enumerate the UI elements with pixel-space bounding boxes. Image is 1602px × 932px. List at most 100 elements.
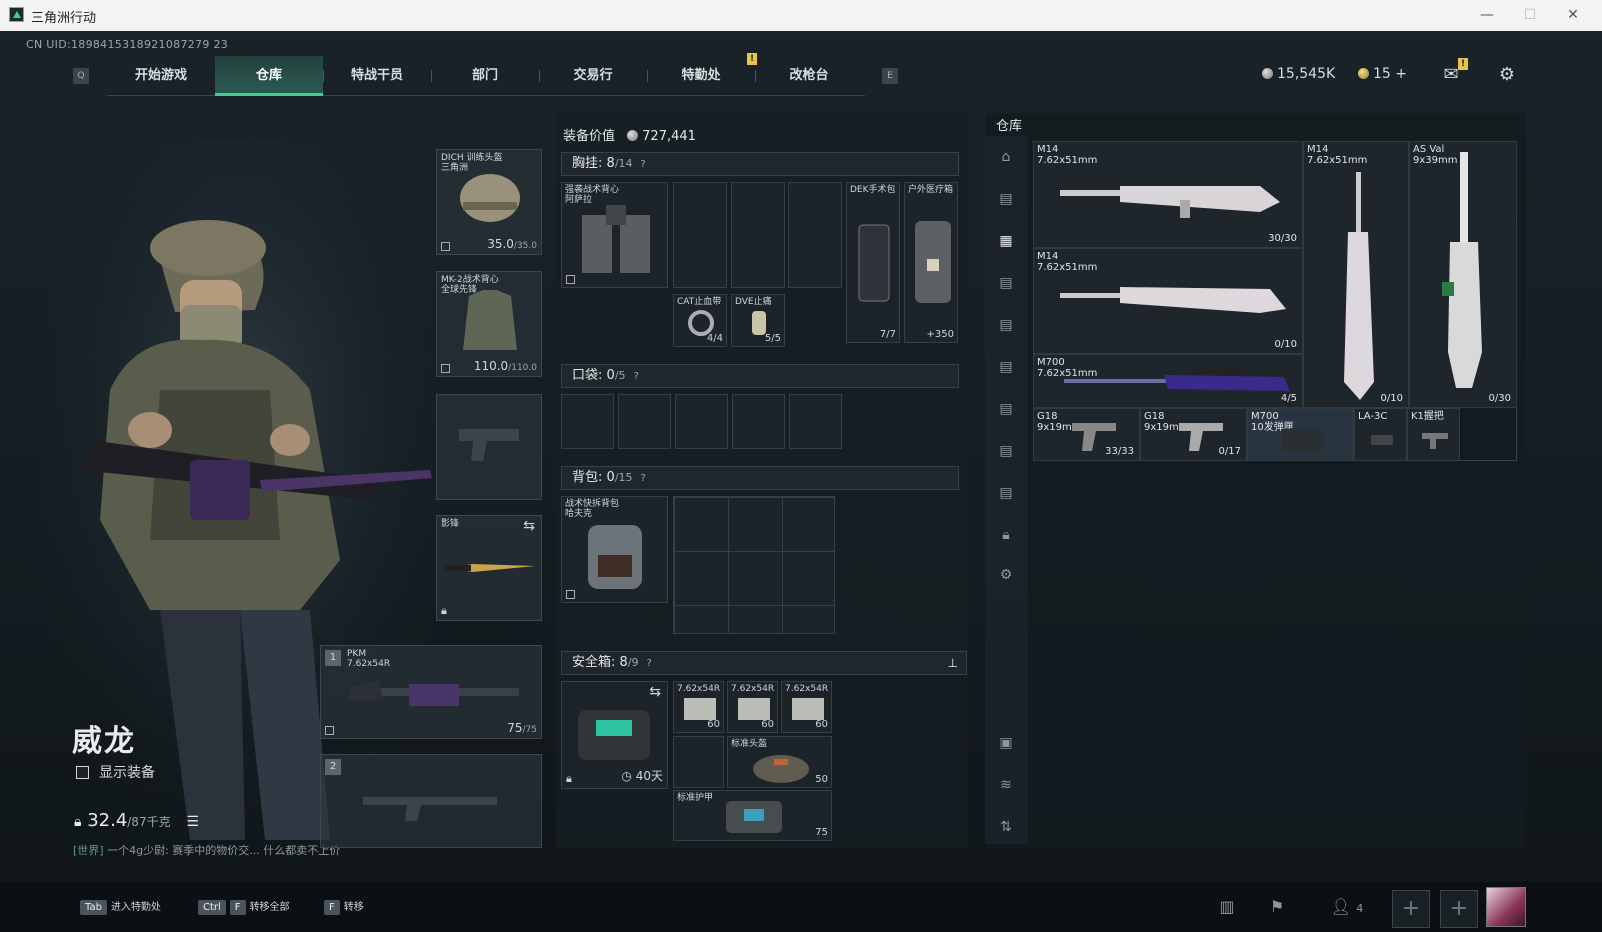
- pocket-slot[interactable]: [732, 394, 785, 449]
- game-window: 三角洲行动 — ☐ ✕ CN UID:1898415318921087279 2…: [0, 0, 1602, 932]
- chest-slot-empty[interactable]: [673, 182, 727, 288]
- pocket-count: 0: [606, 368, 615, 383]
- category-weapons-icon[interactable]: ▦: [996, 232, 1016, 250]
- tourniquet-item[interactable]: CAT止血带 4/4: [673, 294, 727, 347]
- storage-item-la3c[interactable]: LA-3C: [1354, 408, 1407, 461]
- armor-slot[interactable]: MK-2战术背心 全球先锋 110.0/110.0: [436, 271, 542, 377]
- safe-box-item[interactable]: ⇆ 🔒︎ ◷ 40天: [561, 681, 668, 789]
- chest-rig-item[interactable]: 强袭战术背心 阿萨拉: [561, 182, 668, 288]
- settings-gear-icon[interactable]: ⚙: [1496, 64, 1518, 86]
- surgery-kit-item[interactable]: DEK手术包 7/7: [846, 182, 900, 343]
- storage-weapon-m14[interactable]: M14 7.62x51mm 30/30: [1033, 141, 1303, 248]
- player-avatar[interactable]: [1486, 887, 1526, 927]
- storage-expand-icon[interactable]: ▣: [996, 734, 1016, 752]
- category-tab-1-icon[interactable]: ▤: [996, 190, 1016, 208]
- maximize-button[interactable]: ☐: [1515, 4, 1545, 26]
- stats-chart-icon[interactable]: ▥: [1212, 892, 1242, 922]
- armor-item[interactable]: 标准护甲 75: [673, 790, 832, 841]
- mail-alert-icon: !: [1458, 58, 1468, 70]
- backpack-icon: [588, 525, 642, 589]
- world-chat[interactable]: [世界] 一个4g少尉: 赛季中的物价交... 什么都卖不上价: [73, 842, 340, 858]
- category-tab-6-icon[interactable]: ▤: [996, 400, 1016, 418]
- helmet-slot[interactable]: DICH 训练头盔 三角洲 35.0/35.0: [436, 149, 542, 255]
- item-count: 50: [815, 774, 828, 785]
- pocket-slot[interactable]: [675, 394, 728, 449]
- pocket-slot[interactable]: [561, 394, 614, 449]
- category-tab-4-icon[interactable]: ▤: [996, 316, 1016, 334]
- weapon-name: M700: [1037, 357, 1065, 368]
- ammo-item[interactable]: 7.62x54R 60: [727, 681, 778, 733]
- backpack-count: 0: [606, 470, 615, 485]
- swap-icon[interactable]: ⇆: [523, 518, 535, 534]
- show-equipment-toggle[interactable]: 显示装备: [76, 762, 155, 782]
- tab-operators[interactable]: 特战干员: [323, 56, 431, 96]
- show-equipment-checkbox[interactable]: [76, 766, 89, 779]
- item-name: LA-3C: [1358, 411, 1388, 422]
- storage-weapon-as-val[interactable]: AS Val 9x39mm 0/30: [1409, 141, 1517, 408]
- weapon-ammo: 0/30: [1488, 393, 1511, 404]
- storage-weapon-m700[interactable]: M700 7.62x51mm 4/5: [1033, 354, 1303, 408]
- safe-slot-empty[interactable]: [673, 736, 724, 788]
- storage-weapon-g18[interactable]: G18 9x19mm 0/17: [1140, 408, 1247, 461]
- primary-weapon-slot[interactable]: 1 PKM 7.62x54R 75/75: [320, 645, 542, 739]
- storage-weapon-g18[interactable]: G18 9x19mm 33/33: [1033, 408, 1140, 461]
- category-tab-5-icon[interactable]: ▤: [996, 358, 1016, 376]
- hint-transfer[interactable]: F 转移: [324, 898, 364, 915]
- category-locked-icon[interactable]: 🔒︎: [996, 526, 1016, 544]
- category-tab-8-icon[interactable]: ▤: [996, 484, 1016, 502]
- pocket-slot[interactable]: [618, 394, 671, 449]
- melee-slot[interactable]: 影锋 ⇆ 🔒︎: [436, 515, 542, 621]
- chest-max: /14: [614, 157, 633, 170]
- tab-special-ops[interactable]: 特勤处: [647, 56, 755, 96]
- category-tab-7-icon[interactable]: ▤: [996, 442, 1016, 460]
- painkiller-item[interactable]: DVE止痛 5/5: [731, 294, 785, 347]
- add-teammate-button[interactable]: +: [1440, 890, 1478, 928]
- list-icon[interactable]: ☰: [186, 814, 199, 830]
- minimize-button[interactable]: —: [1472, 4, 1502, 26]
- tab-gunsmith[interactable]: 改枪台: [755, 56, 863, 96]
- pocket-slot[interactable]: [789, 394, 842, 449]
- category-all-icon[interactable]: ⌂: [996, 148, 1016, 166]
- storage-magazine-m700[interactable]: M700 10发弹匣: [1247, 408, 1354, 461]
- flag-icon[interactable]: ⚑: [1262, 892, 1292, 922]
- secondary-weapon-slot[interactable]: 2: [320, 754, 542, 848]
- help-icon[interactable]: ?: [634, 371, 639, 382]
- safe-duration: ◷ 40天: [621, 767, 663, 784]
- add-teammate-button[interactable]: +: [1392, 890, 1430, 928]
- tab-department[interactable]: 部门: [431, 56, 539, 96]
- category-tab-3-icon[interactable]: ▤: [996, 274, 1016, 292]
- layers-icon[interactable]: ≋: [996, 776, 1016, 794]
- hint-enter-special-ops[interactable]: Tab 进入特勤处: [80, 898, 161, 915]
- tab-start-game[interactable]: 开始游戏: [107, 56, 215, 96]
- ammo-item[interactable]: 7.62x54R 60: [673, 681, 724, 733]
- help-icon[interactable]: ?: [647, 658, 652, 669]
- safe-box-icon: [578, 710, 650, 760]
- tab-storage[interactable]: 仓库: [215, 56, 323, 96]
- backpack-grid[interactable]: [673, 496, 835, 634]
- gold-currency[interactable]: 15 +: [1358, 66, 1407, 82]
- ammo-item[interactable]: 7.62x54R 60: [781, 681, 832, 733]
- backpack-item[interactable]: 战术快拆背包 哈夫克: [561, 496, 668, 603]
- storage-weapon-m14[interactable]: M14 7.62x51mm 0/10: [1033, 248, 1303, 354]
- weapon-name: M14: [1037, 251, 1059, 262]
- pistol-slot[interactable]: [436, 394, 542, 500]
- storage-item-k1-grip[interactable]: K1握把: [1407, 408, 1460, 461]
- swap-icon[interactable]: ⇆: [649, 684, 661, 700]
- tab-market[interactable]: 交易行: [539, 56, 647, 96]
- friends-icon[interactable]: 👤︎ 4: [1322, 892, 1372, 922]
- help-icon[interactable]: ?: [641, 159, 646, 170]
- help-icon[interactable]: ?: [641, 473, 646, 484]
- pin-icon[interactable]: ⊥: [948, 652, 958, 674]
- chest-slot-empty[interactable]: [788, 182, 842, 288]
- add-currency-button[interactable]: +: [1395, 66, 1407, 82]
- sort-icon[interactable]: ⇅: [996, 818, 1016, 836]
- weight-max: /87千克: [127, 815, 171, 829]
- medkit-item[interactable]: 户外医疗箱 +350: [904, 182, 958, 343]
- item-count: 5/5: [764, 333, 781, 344]
- storage-weapon-m14[interactable]: M14 7.62x51mm 0/10: [1303, 141, 1409, 408]
- category-settings-icon[interactable]: ⚙: [996, 566, 1016, 584]
- chest-slot-empty[interactable]: [731, 182, 785, 288]
- close-button[interactable]: ✕: [1558, 4, 1588, 26]
- helmet-item[interactable]: 标准头盔 50: [727, 736, 832, 788]
- hint-transfer-all[interactable]: Ctrl F 转移全部: [198, 898, 290, 915]
